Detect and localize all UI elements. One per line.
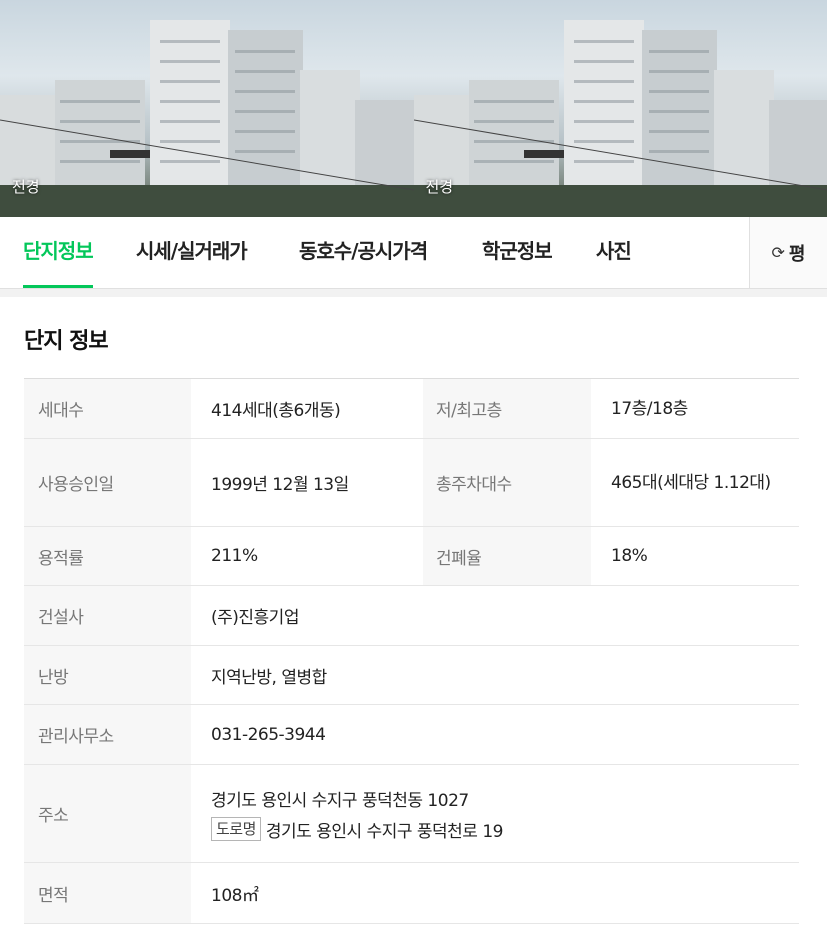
photo-caption: 전경 xyxy=(425,178,454,196)
table-row: 난방 지역난방, 열병합 xyxy=(24,646,799,705)
bcr-label: 건폐율 xyxy=(423,527,591,585)
complex-photo[interactable]: 전경 xyxy=(413,0,827,217)
section-title: 단지 정보 xyxy=(24,329,109,354)
far-value: 211% xyxy=(211,546,258,566)
address-road: 경기도 용인시 수지구 풍덕천로 19 xyxy=(265,821,504,842)
office-label: 관리사무소 xyxy=(24,705,191,764)
address-road-line: 도로명 경기도 용인시 수지구 풍덕천로 19 xyxy=(211,817,503,842)
bcr-value: 18% xyxy=(611,546,648,566)
apartment-photo-illustration xyxy=(0,20,414,217)
area-value: 108㎡ xyxy=(211,885,259,906)
tab-units[interactable]: 동호수/공시가격 xyxy=(299,217,428,288)
photo-caption: 전경 xyxy=(12,178,40,196)
unit-toggle-button[interactable]: ⟳ 평 xyxy=(749,217,827,288)
table-row: 주소 경기도 용인시 수지구 풍덕천동 1027 도로명 경기도 용인시 수지구… xyxy=(24,765,799,863)
approval-value: 1999년 12월 13일 xyxy=(211,475,349,495)
office-phone[interactable]: 031-265-3944 xyxy=(191,705,799,764)
builder-value: (주)진흥기업 xyxy=(211,608,299,628)
table-row: 관리사무소 031-265-3944 xyxy=(24,705,799,765)
parking-value: 465대(세대당 1.12대) xyxy=(611,472,771,493)
households-label: 세대수 xyxy=(24,379,191,438)
area-label: 면적 xyxy=(24,863,191,923)
tab-prices[interactable]: 시세/실거래가 xyxy=(136,217,248,288)
table-row: 용적률 211% 건폐율 18% xyxy=(24,527,799,586)
tab-bar: 단지정보 시세/실거래가 동호수/공시가격 학군정보 사진 ⟳ 평 xyxy=(0,217,827,289)
heating-value: 지역난방, 열병합 xyxy=(211,667,327,688)
table-row: 사용승인일 1999년 12월 13일 총주차대수 465대(세대당 1.12대… xyxy=(24,439,799,527)
apartment-photo-illustration xyxy=(413,20,827,217)
photo-banner[interactable]: 전경 전경 xyxy=(0,0,827,217)
far-label: 용적률 xyxy=(24,527,191,585)
address-lot: 경기도 용인시 수지구 풍덕천동 1027 xyxy=(211,790,469,811)
table-row: 세대수 414세대(총6개동) 저/최고층 17층/18층 xyxy=(24,379,799,439)
approval-label: 사용승인일 xyxy=(24,439,191,526)
floors-value: 17층/18층 xyxy=(611,398,688,419)
unit-toggle-label: 평 xyxy=(788,243,806,265)
floors-label: 저/최고층 xyxy=(423,379,591,438)
address-label: 주소 xyxy=(24,765,191,862)
households-value: 414세대(총6개동) xyxy=(211,401,341,421)
complex-info-table: 세대수 414세대(총6개동) 저/최고층 17층/18층 사용승인일 1999… xyxy=(24,378,799,924)
tab-photos[interactable]: 사진 xyxy=(596,217,632,288)
refresh-icon: ⟳ xyxy=(771,243,785,262)
builder-label: 건설사 xyxy=(24,586,191,645)
address-value: 경기도 용인시 수지구 풍덕천동 1027 도로명 경기도 용인시 수지구 풍덕… xyxy=(191,765,799,862)
heating-label: 난방 xyxy=(24,646,191,704)
parking-label: 총주차대수 xyxy=(423,439,591,526)
table-row: 건설사 (주)진흥기업 xyxy=(24,586,799,646)
tab-schools[interactable]: 학군정보 xyxy=(482,217,553,288)
section-divider xyxy=(0,289,827,297)
complex-photo[interactable]: 전경 xyxy=(0,0,414,217)
road-name-badge: 도로명 xyxy=(211,817,261,841)
tab-complex-info[interactable]: 단지정보 xyxy=(23,217,94,288)
table-row: 면적 108㎡ xyxy=(24,863,799,924)
